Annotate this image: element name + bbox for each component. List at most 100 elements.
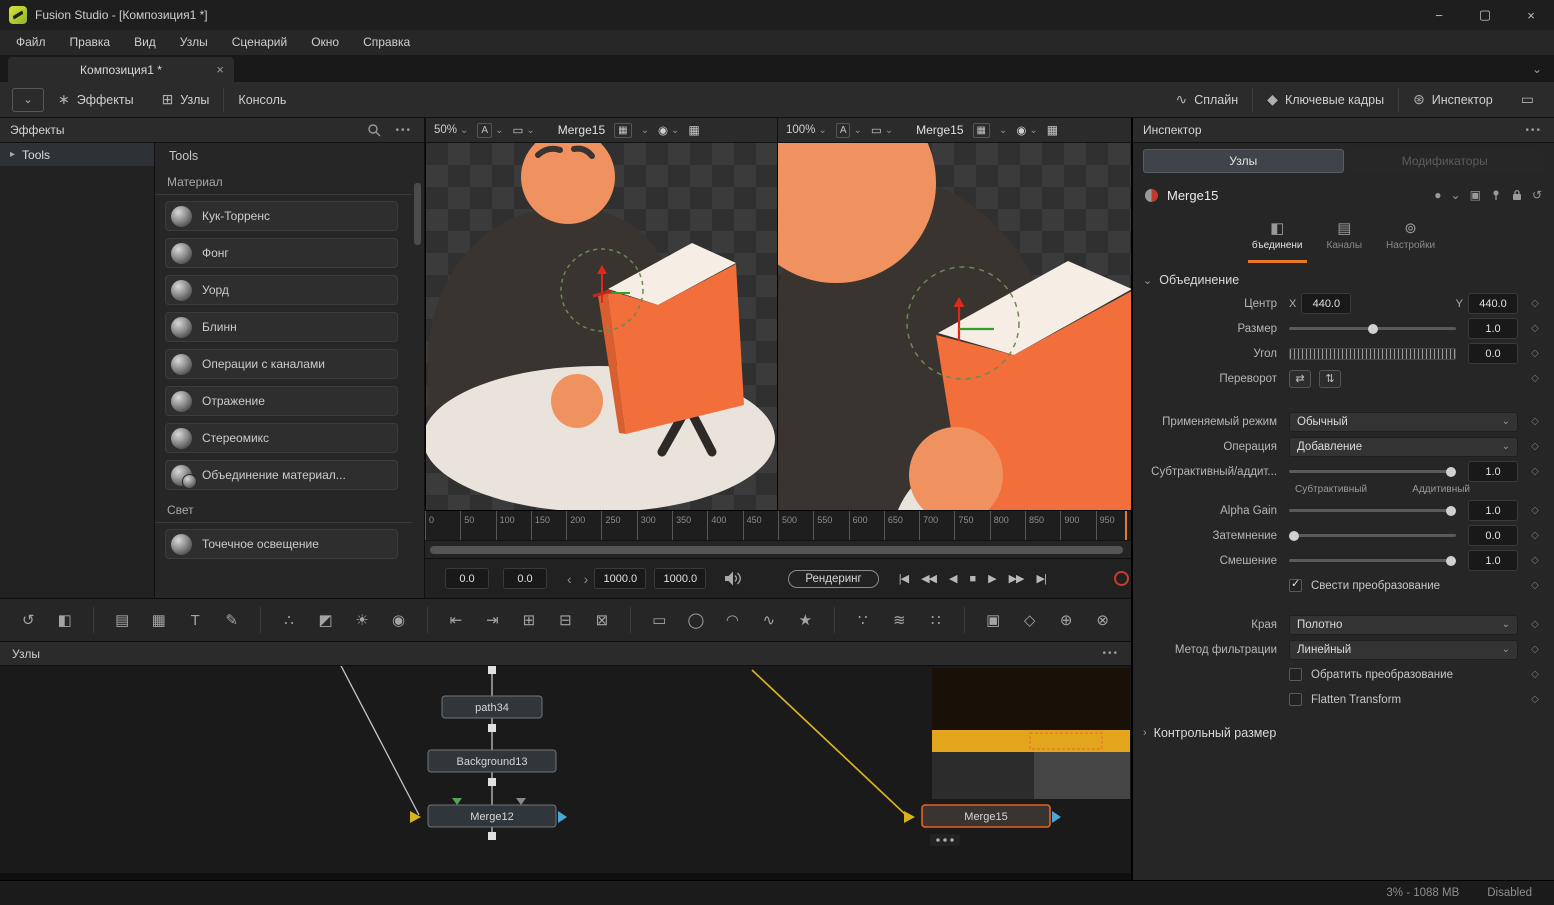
node-graph-scrollbar[interactable] <box>0 873 1131 880</box>
nodes-menu-icon[interactable]: ••• <box>1102 648 1119 659</box>
play-reverse-button[interactable]: ◀ <box>949 572 956 585</box>
chevron-down-icon[interactable]: ⌄ <box>1451 188 1461 202</box>
sticky-note-icon[interactable]: ↺ <box>16 611 41 629</box>
tab-close-icon[interactable]: × <box>216 62 224 77</box>
subtab-settings[interactable]: ⊚ Настройки <box>1386 215 1435 261</box>
comments-button[interactable]: ▭ <box>1507 82 1554 118</box>
operator-dropdown[interactable]: Добавление ⌄ <box>1289 437 1518 457</box>
subtab-merge[interactable]: ◧ бъединени <box>1252 215 1303 261</box>
copy-settings-icon[interactable]: ▣ <box>1470 188 1481 202</box>
tab-nodes[interactable]: Узлы <box>1143 149 1344 173</box>
tool-item[interactable]: Объединение материал... <box>165 460 398 490</box>
flatten-transform-checkbox[interactable] <box>1289 693 1302 706</box>
menu-item-1[interactable]: Правка <box>58 30 123 55</box>
viewer1[interactable] <box>425 143 777 510</box>
angle-dial[interactable] <box>1289 348 1456 360</box>
angle-input[interactable] <box>1468 343 1518 364</box>
composition-tab[interactable]: Композиция1 * × <box>8 57 234 82</box>
maximize-button[interactable]: ▢ <box>1462 0 1508 30</box>
mask-tool-icon[interactable]: ◩ <box>313 611 338 629</box>
go-to-end-button[interactable]: ▶| <box>1037 572 1046 585</box>
underlay-icon[interactable]: ◧ <box>53 611 78 629</box>
keyframe-icon[interactable]: ◇ <box>1528 669 1542 680</box>
rectangle-mask-icon[interactable]: ▭ <box>647 611 672 629</box>
connector-square[interactable] <box>488 724 496 732</box>
grid-icon[interactable]: ▦ <box>688 123 699 137</box>
viewer2-channel-dropdown[interactable]: A ⌄ <box>836 123 862 138</box>
version-circle-icon[interactable]: ● <box>1434 188 1441 202</box>
edges-dropdown[interactable]: Полотно ⌄ <box>1289 615 1518 635</box>
keyframe-icon[interactable]: ◇ <box>1528 441 1542 452</box>
tool-item[interactable]: Фонг <box>165 238 398 268</box>
viewer2[interactable] <box>777 143 1131 510</box>
loader-tool-icon[interactable]: ⇤ <box>444 611 469 629</box>
star-mask-icon[interactable]: ★ <box>793 611 818 629</box>
blend-slider[interactable] <box>1289 559 1456 562</box>
node-version-dots[interactable] <box>930 834 960 846</box>
pin-icon[interactable] <box>1490 189 1502 201</box>
center-x-input[interactable] <box>1301 293 1351 314</box>
chevron-down-icon[interactable]: ⌄ <box>999 125 1007 136</box>
tool-item[interactable]: Операции с каналами <box>165 349 398 379</box>
keyframe-icon[interactable]: ◇ <box>1528 644 1542 655</box>
render3d-tool-icon[interactable]: ⊗ <box>1090 611 1115 629</box>
tree-expand-icon[interactable]: ▸ <box>10 149 15 160</box>
menu-item-2[interactable]: Вид <box>122 30 168 55</box>
viewer2-zoom-dropdown[interactable]: 100% ⌄ <box>786 124 827 136</box>
effects-panel-button[interactable]: ∗ Эффекты <box>44 82 148 118</box>
input-arrow-yellow[interactable] <box>904 811 915 823</box>
alpha-gain-input[interactable] <box>1468 500 1518 521</box>
go-to-start-button[interactable]: |◀ <box>899 572 908 585</box>
graph-node-Merge12[interactable]: Merge12 <box>428 805 556 827</box>
subview-icon[interactable]: ▦ <box>973 123 990 138</box>
paint-tool-icon[interactable]: ✎ <box>219 611 244 629</box>
output-arrow-blue[interactable] <box>1052 811 1061 823</box>
layout-toggle-button[interactable]: ⌄ <box>12 88 44 112</box>
output-arrow-blue[interactable] <box>558 811 567 823</box>
burn-in-input[interactable] <box>1468 525 1518 546</box>
keyframe-icon[interactable]: ◇ <box>1528 505 1542 516</box>
tree-item-tools[interactable]: ▸ Tools <box>0 143 154 166</box>
stop-button[interactable]: ■ <box>969 573 975 585</box>
keyframe-icon[interactable]: ◇ <box>1528 373 1542 384</box>
keyframe-icon[interactable]: ◇ <box>1528 694 1542 705</box>
menu-item-3[interactable]: Узлы <box>168 30 220 55</box>
close-button[interactable]: × <box>1508 0 1554 30</box>
playhead[interactable] <box>1125 511 1127 540</box>
keyframe-icon[interactable]: ◇ <box>1528 530 1542 541</box>
render-button[interactable]: Рендеринг <box>788 570 878 588</box>
flatten-checkbox[interactable] <box>1289 579 1302 592</box>
keyframe-icon[interactable]: ◇ <box>1528 323 1542 334</box>
range-out-input[interactable] <box>654 568 706 589</box>
pmerge-tool-icon[interactable]: ≋ <box>887 611 912 629</box>
viewer2-viewmode-dropdown[interactable]: ▭ ⌄ <box>871 123 893 137</box>
inspector-panel-button[interactable]: ⊛ Инспектор <box>1399 82 1507 118</box>
fast-reverse-button[interactable]: ◀◀ <box>921 572 936 585</box>
play-button[interactable]: ▶ <box>988 572 995 585</box>
light-tool-icon[interactable]: ☀ <box>350 611 375 629</box>
tool-item[interactable]: Кук-Торренс <box>165 201 398 231</box>
graph-node-Merge15[interactable]: Merge15 <box>922 805 1050 827</box>
viewer2-lut-dropdown[interactable]: ◉ ⌄ <box>1016 123 1037 137</box>
subview-icon[interactable]: ▦ <box>614 123 631 138</box>
keyframe-icon[interactable]: ◇ <box>1528 348 1542 359</box>
bspline-mask-icon[interactable]: ◠ <box>720 611 745 629</box>
saver-tool-icon[interactable]: ⇥ <box>480 611 505 629</box>
size-slider[interactable] <box>1289 327 1456 330</box>
reset-icon[interactable]: ↺ <box>1532 188 1542 202</box>
graph-node-Background13[interactable]: Background13 <box>428 750 556 772</box>
timeline-scrollbar[interactable] <box>425 540 1131 558</box>
range-in-input[interactable] <box>594 568 646 589</box>
fastnoise-tool-icon[interactable]: ▦ <box>146 611 171 629</box>
console-panel-button[interactable]: Консоль <box>224 82 300 118</box>
grid-icon[interactable]: ▦ <box>1047 123 1058 137</box>
center-y-input[interactable] <box>1468 293 1518 314</box>
node-graph[interactable]: path34 Background13 Merge12 Merge15 <box>0 666 1131 873</box>
graph-node-path34[interactable]: path34 <box>442 696 542 718</box>
wire[interactable] <box>338 666 419 815</box>
section-reference-size[interactable]: › Контрольный размер <box>1133 722 1554 744</box>
tool-item[interactable]: Уорд <box>165 275 398 305</box>
keyframe-icon[interactable]: ◇ <box>1528 298 1542 309</box>
particles-tool-icon[interactable]: ∴ <box>277 611 302 629</box>
audio-icon[interactable] <box>724 571 742 586</box>
